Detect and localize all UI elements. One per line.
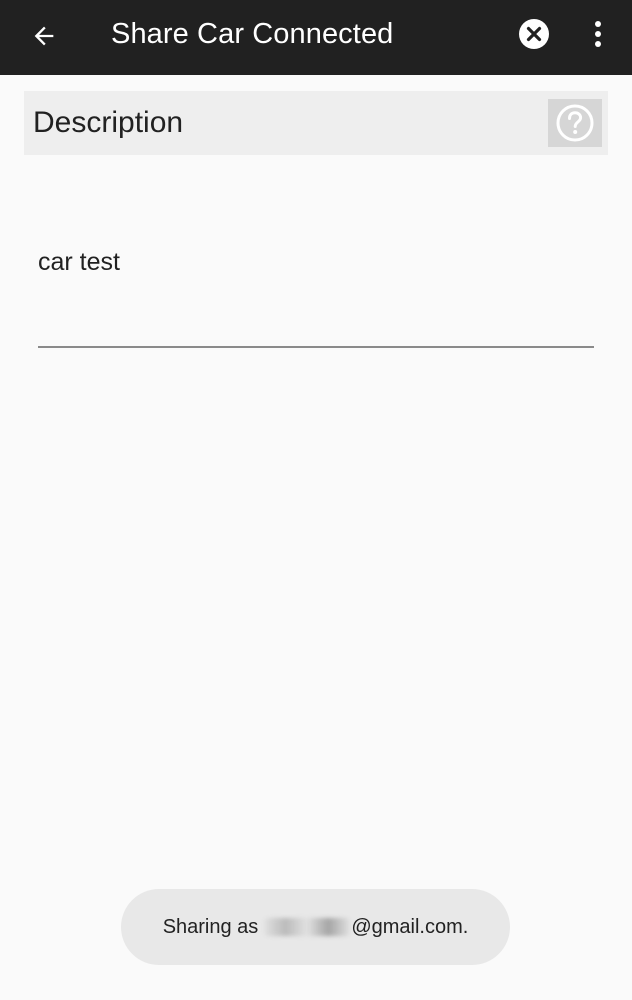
close-circle-icon <box>519 19 549 49</box>
description-header: Description <box>24 91 608 155</box>
help-circle-icon <box>556 104 594 142</box>
toast-suffix: @gmail.com. <box>351 915 469 938</box>
redacted-email <box>264 918 351 936</box>
app-bar: Share Car Connected <box>0 0 632 75</box>
arrow-back-icon <box>34 26 54 46</box>
toast-prefix: Sharing as <box>162 915 259 938</box>
more-vert-icon <box>595 21 601 47</box>
description-field[interactable]: car test <box>38 240 594 348</box>
field-underline <box>38 346 594 348</box>
description-input[interactable]: car test <box>38 246 120 278</box>
description-label: Description <box>33 106 184 139</box>
close-button[interactable] <box>512 12 556 56</box>
page-title: Share Car Connected <box>111 18 394 50</box>
share-screen: Share Car Connected Description car test… <box>0 0 632 1000</box>
help-button[interactable] <box>548 99 602 147</box>
sharing-toast: Sharing as @gmail.com. <box>121 889 510 965</box>
more-options-button[interactable] <box>578 12 618 56</box>
back-button[interactable] <box>22 14 66 58</box>
